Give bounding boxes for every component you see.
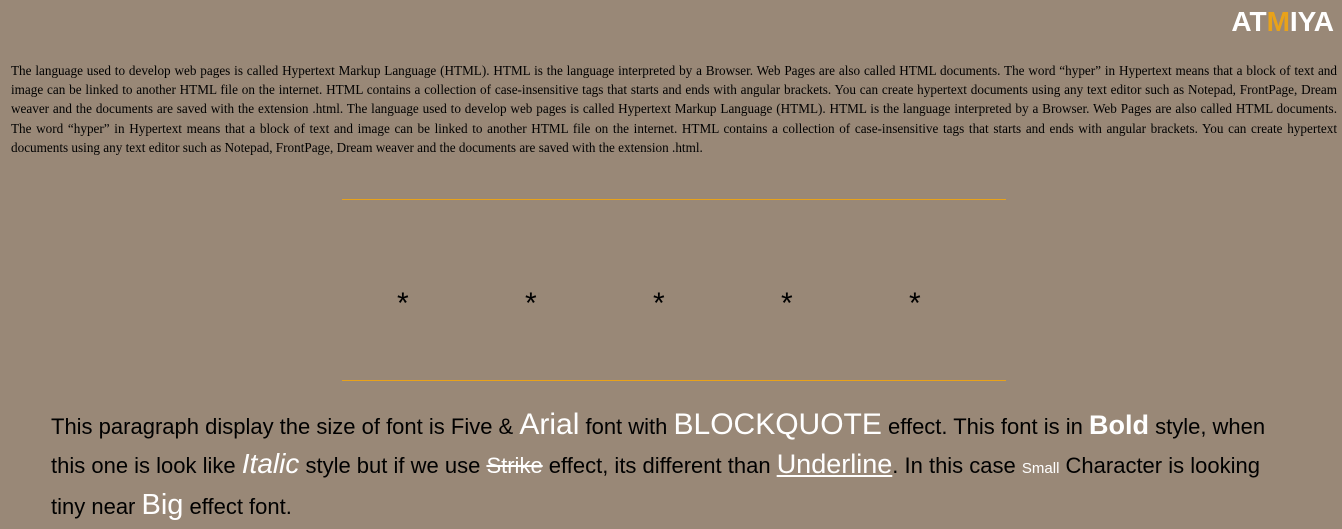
big-word: Big (141, 489, 184, 521)
small-word: Small (1021, 460, 1060, 477)
logo-text-suffix: IYA (1289, 6, 1334, 37)
arial-word: Arial (519, 408, 580, 441)
logo-text-prefix: AT (1231, 6, 1267, 37)
top-horizontal-rule (342, 199, 1006, 200)
quote-text-2: font with (579, 414, 674, 439)
underline-word: Underline (776, 449, 893, 479)
strike-word: Strike (486, 453, 543, 478)
star-5: * (909, 287, 921, 320)
bottom-horizontal-rule (342, 380, 1006, 381)
quote-text-9: effect font. (183, 494, 292, 519)
logo-text-highlight: M (1266, 6, 1290, 37)
blockquote-paragraph: This paragraph display the size of font … (51, 406, 1291, 525)
quote-text-1: This paragraph display the size of font … (51, 414, 520, 439)
quote-text-6: effect, its different than (542, 453, 777, 478)
star-2: * (525, 287, 537, 320)
star-4: * (781, 287, 793, 320)
star-3: * (653, 287, 665, 320)
stars-row: * * * * * (0, 284, 1342, 324)
quote-text-5: style but if we use (299, 453, 487, 478)
intro-paragraph: The language used to develop web pages i… (11, 63, 1337, 155)
star-1: * (397, 287, 409, 320)
bold-word: Bold (1088, 410, 1149, 440)
atmiya-logo: ATMIYA (1231, 6, 1334, 38)
italic-word: Italic (241, 448, 300, 479)
quote-text-3: effect. This font is in (881, 414, 1089, 439)
blockquote-word: BLOCKQUOTE (673, 408, 882, 441)
quote-text-7: . In this case (892, 453, 1022, 478)
